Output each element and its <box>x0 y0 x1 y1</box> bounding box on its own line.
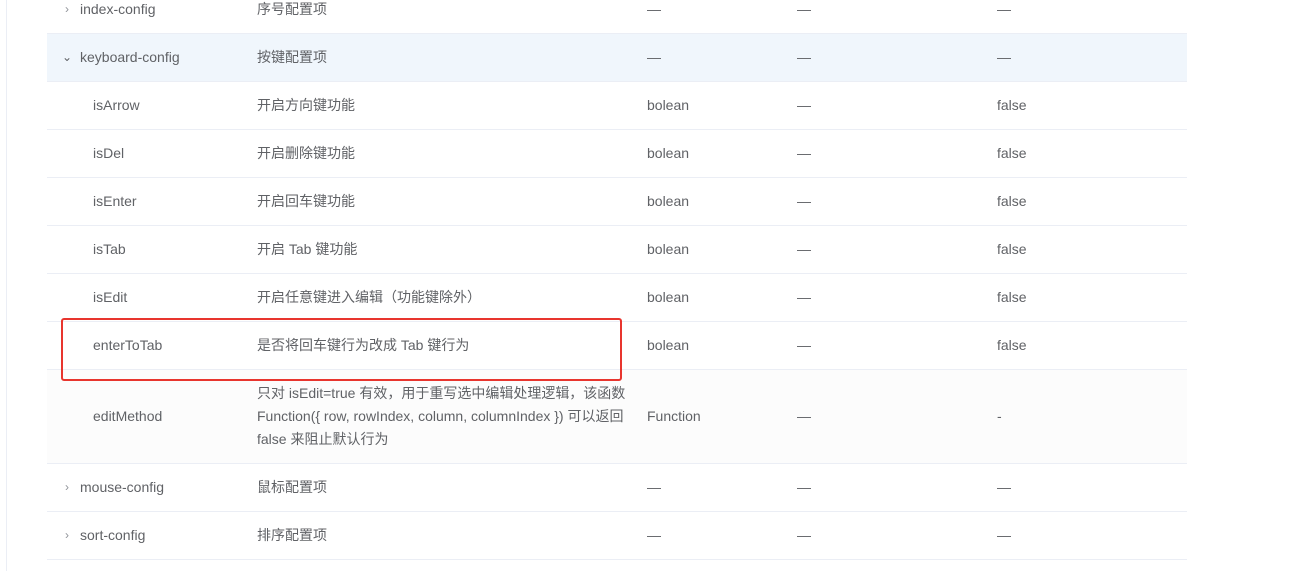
param-desc: 鼠标配置项 <box>257 479 327 495</box>
param-default: false <box>997 193 1027 209</box>
param-name: mouse-config <box>80 479 165 495</box>
param-type: bolean <box>647 289 690 305</box>
param-desc: 开启回车键功能 <box>257 193 355 209</box>
param-default: — <box>997 1 1011 17</box>
table-row-sort-config[interactable]: › sort-config 排序配置项 — — — <box>47 512 1187 560</box>
collapse-arrow-icon[interactable]: ⌄ <box>60 46 74 69</box>
param-default: — <box>997 49 1011 65</box>
table-row-index-config[interactable]: › index-config 序号配置项 — — — <box>47 0 1187 34</box>
param-type: Function <box>647 408 701 424</box>
table-row-isEdit: isEdit 开启任意键进入编辑（功能键除外） bolean — false <box>47 274 1187 322</box>
param-type: bolean <box>647 97 690 113</box>
param-desc: 按键配置项 <box>257 49 327 65</box>
param-name: sort-config <box>80 527 146 543</box>
param-enum: — <box>797 408 811 424</box>
param-desc: 开启任意键进入编辑（功能键除外） <box>257 289 481 305</box>
table-row-isEnter: isEnter 开启回车键功能 bolean — false <box>47 178 1187 226</box>
param-default: — <box>997 479 1011 495</box>
param-default: — <box>997 527 1011 543</box>
param-type: — <box>647 1 661 17</box>
expand-arrow-icon[interactable]: › <box>60 0 74 21</box>
param-type: bolean <box>647 337 690 353</box>
param-type: — <box>647 527 661 543</box>
param-default: false <box>997 97 1027 113</box>
table-row-isArrow: isArrow 开启方向键功能 bolean — false <box>47 82 1187 130</box>
param-type: bolean <box>647 193 690 209</box>
param-default: false <box>997 337 1027 353</box>
param-type: bolean <box>647 145 690 161</box>
param-enum: — <box>797 241 811 257</box>
param-enum: — <box>797 193 811 209</box>
table-row-keyboard-config[interactable]: ⌄ keyboard-config 按键配置项 — — — <box>47 34 1187 82</box>
param-name: keyboard-config <box>80 49 180 65</box>
table-row-isDel: isDel 开启删除键功能 bolean — false <box>47 130 1187 178</box>
param-enum: — <box>797 289 811 305</box>
param-type: — <box>647 479 661 495</box>
param-enum: — <box>797 479 811 495</box>
param-enum: — <box>797 1 811 17</box>
param-default: false <box>997 289 1027 305</box>
param-desc: 开启 Tab 键功能 <box>257 241 358 257</box>
param-default: - <box>997 408 1002 424</box>
param-type: bolean <box>647 241 690 257</box>
param-enum: — <box>797 49 811 65</box>
param-desc: 开启删除键功能 <box>257 145 355 161</box>
expand-arrow-icon[interactable]: › <box>60 476 74 499</box>
table-row-mouse-config[interactable]: › mouse-config 鼠标配置项 — — — <box>47 464 1187 512</box>
config-table: › index-config 序号配置项 — — — ⌄ keyboard-co… <box>47 0 1187 560</box>
table-row-isTab: isTab 开启 Tab 键功能 bolean — false <box>47 226 1187 274</box>
param-default: false <box>997 145 1027 161</box>
expand-arrow-icon[interactable]: › <box>60 524 74 547</box>
param-default: false <box>997 241 1027 257</box>
param-desc: 开启方向键功能 <box>257 97 355 113</box>
param-desc: 只对 isEdit=true 有效，用于重写选中编辑处理逻辑，该函数 Funct… <box>257 385 626 447</box>
param-type: — <box>647 49 661 65</box>
page-left-border <box>6 0 7 571</box>
param-enum: — <box>797 97 811 113</box>
param-enum: — <box>797 337 811 353</box>
param-enum: — <box>797 145 811 161</box>
table-row-editMethod: editMethod 只对 isEdit=true 有效，用于重写选中编辑处理逻… <box>47 370 1187 464</box>
param-name: index-config <box>80 1 156 17</box>
param-enum: — <box>797 527 811 543</box>
param-desc: 排序配置项 <box>257 527 327 543</box>
red-highlight-box <box>61 318 622 381</box>
param-desc: 序号配置项 <box>257 1 327 17</box>
